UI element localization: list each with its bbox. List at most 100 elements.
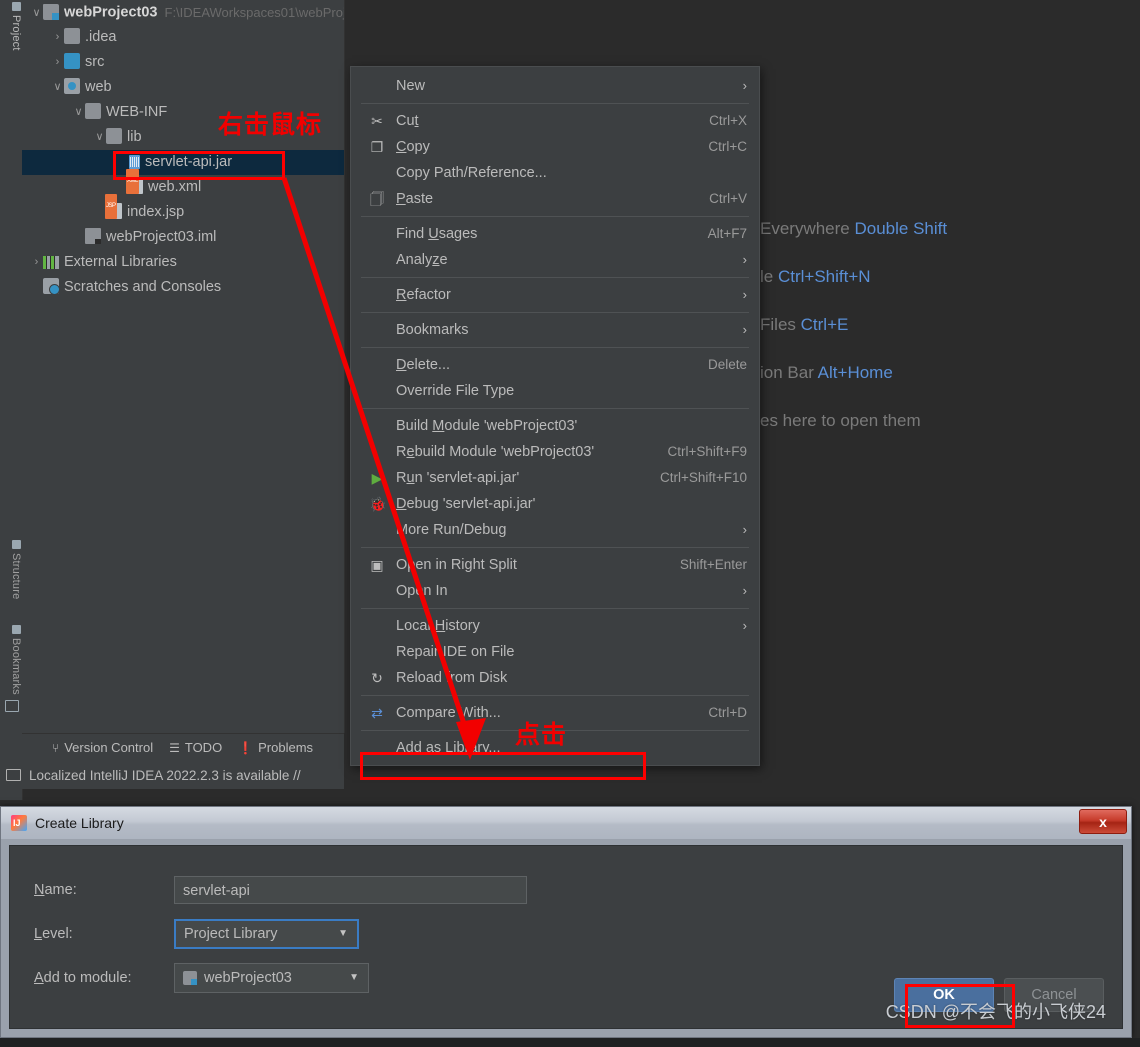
- module-icon: [43, 4, 59, 20]
- chevron-icon[interactable]: ∨: [51, 75, 64, 100]
- branch-icon: ⑂: [52, 740, 60, 755]
- chevron-icon[interactable]: ∨: [72, 100, 85, 125]
- level-select[interactable]: Project Library ▼: [174, 919, 359, 949]
- menu-item-open-in[interactable]: Open In ›: [351, 578, 759, 604]
- menu-item-label: Debug 'servlet-api.jar': [396, 496, 536, 512]
- bookmarks-icon: [11, 625, 21, 634]
- chevron-right-icon: ›: [742, 618, 747, 633]
- chevron-right-icon: ›: [742, 322, 747, 337]
- chevron-icon[interactable]: ›: [51, 50, 64, 75]
- chevron-icon[interactable]: ›: [30, 250, 43, 275]
- chevron-icon[interactable]: ∨: [30, 1, 43, 26]
- chevron-right-icon: ›: [742, 252, 747, 267]
- menu-item-run-servlet-api-jar[interactable]: ▶ Run 'servlet-api.jar' Ctrl+Shift+F10: [351, 465, 759, 491]
- tree-item-web[interactable]: ∨ web: [22, 75, 344, 100]
- tree-item-index-jsp[interactable]: index.jsp: [22, 194, 344, 225]
- menu-item-label: Build Module 'webProject03': [396, 418, 578, 434]
- menu-item-repair-ide-on-file[interactable]: Repair IDE on File: [351, 639, 759, 665]
- menu-item-label: Copy Path/Reference...: [396, 165, 547, 181]
- menu-item-shortcut: Ctrl+C: [708, 139, 747, 154]
- menu-item-debug-servlet-api-jar[interactable]: 🐞 Debug 'servlet-api.jar': [351, 491, 759, 517]
- chevron-icon[interactable]: ›: [51, 25, 64, 50]
- menu-separator: [361, 408, 749, 409]
- bottom-item-label: TODO: [184, 740, 223, 755]
- menu-item-label: Find Usages: [396, 226, 478, 242]
- tree-item-src[interactable]: › src: [22, 50, 344, 75]
- menu-item-find-usages[interactable]: Find Usages Alt+F7: [351, 221, 759, 247]
- menu-item-paste[interactable]: 🗍 Paste Ctrl+V: [351, 186, 759, 212]
- dialog-title: Create Library: [35, 815, 124, 831]
- tree-item-scratches-and-consoles[interactable]: Scratches and Consoles: [22, 275, 344, 300]
- sidebar-item-label: Bookmarks: [10, 638, 22, 695]
- ide-window: Project Structure Bookmarks ∨ webProject0…: [0, 0, 1140, 800]
- menu-item-more-run-debug[interactable]: More Run/Debug ›: [351, 517, 759, 543]
- menu-separator: [361, 216, 749, 217]
- tree-item-webproject03-iml[interactable]: webProject03.iml: [22, 225, 344, 250]
- menu-item-local-history[interactable]: Local History ›: [351, 613, 759, 639]
- chevron-right-icon: ›: [742, 287, 747, 302]
- terminal-icon[interactable]: [5, 700, 19, 712]
- menu-item-build-module-webproject03[interactable]: Build Module 'webProject03': [351, 413, 759, 439]
- hint-row: ion Bar Alt+Home: [760, 349, 1140, 397]
- menu-item-refactor[interactable]: Refactor ›: [351, 282, 759, 308]
- menu-separator: [361, 347, 749, 348]
- menu-item-delete[interactable]: Delete... Delete: [351, 352, 759, 378]
- hint-text: Files: [760, 315, 796, 334]
- bottom-item-todo[interactable]: ☰ TODO: [169, 740, 222, 755]
- menu-item-bookmarks[interactable]: Bookmarks ›: [351, 317, 759, 343]
- hint-text: le: [760, 267, 774, 286]
- tree-item-label: .idea: [85, 29, 117, 45]
- menu-item-open-in-right-split[interactable]: ▣ Open in Right Split Shift+Enter: [351, 552, 759, 578]
- module-value: webProject03: [204, 970, 292, 986]
- chevron-down-icon: ▼: [349, 972, 359, 983]
- tree-item--idea[interactable]: › .idea: [22, 25, 344, 50]
- menu-item-label: Paste: [396, 191, 434, 207]
- menu-item-analyze[interactable]: Analyze ›: [351, 247, 759, 273]
- menu-item-label: Refactor: [396, 287, 451, 303]
- module-select[interactable]: webProject03 ▼: [174, 963, 369, 993]
- level-field-row: Level: Project Library ▼: [34, 912, 1122, 956]
- tree-item-webproject03[interactable]: ∨ webProject03 F:\IDEAWorkspaces01\webProj…: [22, 0, 344, 25]
- menu-item-rebuild-module-webproject03[interactable]: Rebuild Module 'webProject03' Ctrl+Shift+…: [351, 439, 759, 465]
- bottom-item-version-control[interactable]: ⑂ Version Control: [52, 740, 153, 755]
- status-bar: Localized IntelliJ IDEA 2022.2.3 is avai…: [0, 761, 344, 789]
- scissors-icon: ✂: [371, 113, 383, 129]
- menu-item-label: Analyze: [396, 252, 448, 268]
- chevron-icon[interactable]: ∨: [93, 125, 106, 150]
- menu-item-shortcut: Ctrl+Shift+F10: [659, 470, 747, 485]
- tree-item-external-libraries[interactable]: › External Libraries: [22, 250, 344, 275]
- hint-text: ion Bar: [760, 363, 814, 382]
- menu-item-reload-from-disk[interactable]: ↻ Reload from Disk: [351, 665, 759, 691]
- menu-item-shortcut: Ctrl+V: [709, 191, 747, 206]
- menu-separator: [361, 312, 749, 313]
- menu-item-label: Delete...: [396, 357, 451, 373]
- name-field-row: Name: servlet-api: [34, 868, 1122, 912]
- menu-item-new[interactable]: New ›: [351, 73, 759, 99]
- menu-item-label: Compare With...: [396, 705, 501, 721]
- menu-item-label: More Run/Debug: [396, 522, 507, 538]
- tree-item-label: Scratches and Consoles: [64, 279, 222, 295]
- hint-text: es here to open them: [760, 411, 921, 430]
- bottom-item-problems[interactable]: ❗ Problems: [238, 740, 313, 755]
- tree-item-label: web: [85, 79, 112, 95]
- close-icon[interactable]: x: [1079, 809, 1127, 834]
- menu-item-override-file-type[interactable]: Override File Type: [351, 378, 759, 404]
- highlight-box-jar: [113, 151, 285, 180]
- chevron-right-icon: ›: [742, 583, 747, 598]
- sidebar-item-project[interactable]: Project: [0, 2, 22, 51]
- menu-item-label: Bookmarks: [396, 322, 469, 338]
- sidebar-item-structure[interactable]: Structure: [0, 540, 22, 599]
- annotation-click: 点击: [515, 721, 568, 749]
- hint-key: Alt+Home: [817, 363, 893, 382]
- menu-separator: [361, 547, 749, 548]
- menu-separator: [361, 608, 749, 609]
- menu-item-copy[interactable]: ❐ Copy Ctrl+C: [351, 134, 759, 160]
- intellij-logo-icon: [11, 815, 27, 831]
- menu-item-copy-path-reference[interactable]: Copy Path/Reference...: [351, 160, 759, 186]
- sidebar-item-bookmarks[interactable]: Bookmarks: [0, 625, 22, 695]
- menu-item-cut[interactable]: ✂ Cut Ctrl+X: [351, 108, 759, 134]
- library-name-input[interactable]: servlet-api: [174, 876, 527, 904]
- chevron-right-icon: ›: [742, 78, 747, 93]
- menu-item-shortcut: Delete: [707, 357, 747, 372]
- external-libraries-icon: [43, 256, 59, 270]
